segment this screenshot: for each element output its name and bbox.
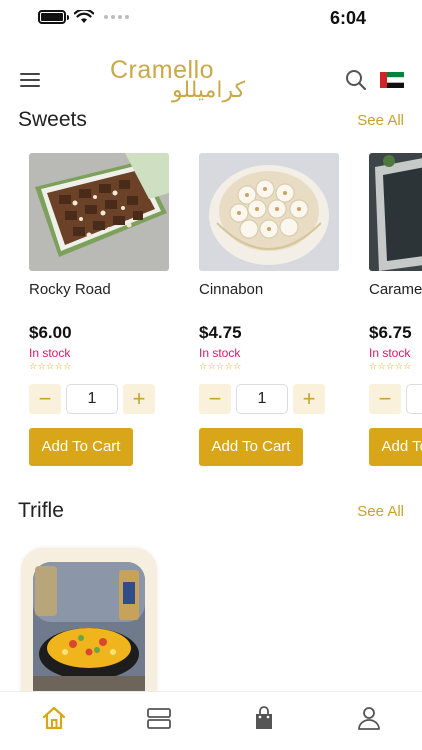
status-icons xyxy=(38,10,129,24)
product-card[interactable]: Cinnabon $4.75 In stock ☆☆☆☆☆ − + Add To… xyxy=(199,153,351,473)
app-header: Cramello كراميللو xyxy=(0,48,422,112)
search-icon[interactable] xyxy=(344,68,368,92)
shopping-bag-icon[interactable] xyxy=(251,705,277,731)
uae-flag-icon[interactable] xyxy=(380,72,404,88)
quantity-stepper: − + xyxy=(369,384,422,416)
home-icon[interactable] xyxy=(41,705,67,731)
signal-dots-icon xyxy=(104,15,129,19)
add-to-cart-button[interactable]: Add To Cart xyxy=(369,428,422,466)
product-name[interactable]: Cinnabon xyxy=(199,281,349,299)
see-all-link[interactable]: See All xyxy=(357,112,404,129)
quantity-stepper: − + xyxy=(199,384,329,416)
section-title: Trifle xyxy=(18,499,64,522)
bottom-navigation xyxy=(0,691,422,750)
rating-stars-icon: ☆☆☆☆☆ xyxy=(369,361,412,371)
wifi-icon xyxy=(74,10,94,23)
product-image[interactable] xyxy=(369,153,422,271)
rating-stars-icon: ☆☆☆☆☆ xyxy=(199,361,242,371)
sweets-section-header: Sweets See All xyxy=(18,108,406,136)
quantity-input[interactable] xyxy=(236,384,288,414)
stock-status: In stock xyxy=(369,346,411,360)
product-card[interactable]: Caramel With Wa $6.75 In stock ☆☆☆☆☆ − +… xyxy=(369,153,422,473)
status-bar: 6:04 xyxy=(0,0,422,40)
product-image[interactable] xyxy=(29,153,169,271)
quantity-input[interactable] xyxy=(66,384,118,414)
product-image[interactable] xyxy=(199,153,339,271)
section-title: Sweets xyxy=(18,108,87,131)
logo-arabic-text: كراميللو xyxy=(172,78,246,103)
add-to-cart-button[interactable]: Add To Cart xyxy=(29,428,133,466)
decrease-quantity-button[interactable]: − xyxy=(369,384,401,414)
brand-logo[interactable]: Cramello كراميللو xyxy=(108,50,278,110)
rating-stars-icon: ☆☆☆☆☆ xyxy=(29,361,72,371)
add-to-cart-button[interactable]: Add To Cart xyxy=(199,428,303,466)
quantity-stepper: − + xyxy=(29,384,159,416)
product-price: $6.75 xyxy=(369,323,412,342)
product-price: $4.75 xyxy=(199,323,242,342)
menu-icon[interactable] xyxy=(20,72,40,88)
increase-quantity-button[interactable]: + xyxy=(293,384,325,414)
product-price: $6.00 xyxy=(29,323,72,342)
battery-icon xyxy=(38,10,69,24)
decrease-quantity-button[interactable]: − xyxy=(29,384,61,414)
sweets-product-list[interactable]: Rocky Road $6.00 In stock ☆☆☆☆☆ − + Add … xyxy=(29,153,422,473)
increase-quantity-button[interactable]: + xyxy=(123,384,155,414)
product-card[interactable]: Rocky Road $6.00 In stock ☆☆☆☆☆ − + Add … xyxy=(29,153,181,473)
profile-icon[interactable] xyxy=(356,705,382,731)
status-time: 6:04 xyxy=(329,8,366,28)
see-all-link[interactable]: See All xyxy=(357,503,404,520)
categories-icon[interactable] xyxy=(146,705,172,731)
stock-status: In stock xyxy=(29,346,71,360)
product-name[interactable]: Rocky Road xyxy=(29,281,179,299)
trifle-product-card[interactable] xyxy=(21,548,157,698)
trifle-section-header: Trifle See All xyxy=(18,499,406,527)
quantity-input[interactable] xyxy=(406,384,422,414)
product-image[interactable] xyxy=(21,548,157,698)
product-name[interactable]: Caramel With Wa xyxy=(369,281,422,299)
stock-status: In stock xyxy=(199,346,241,360)
decrease-quantity-button[interactable]: − xyxy=(199,384,231,414)
